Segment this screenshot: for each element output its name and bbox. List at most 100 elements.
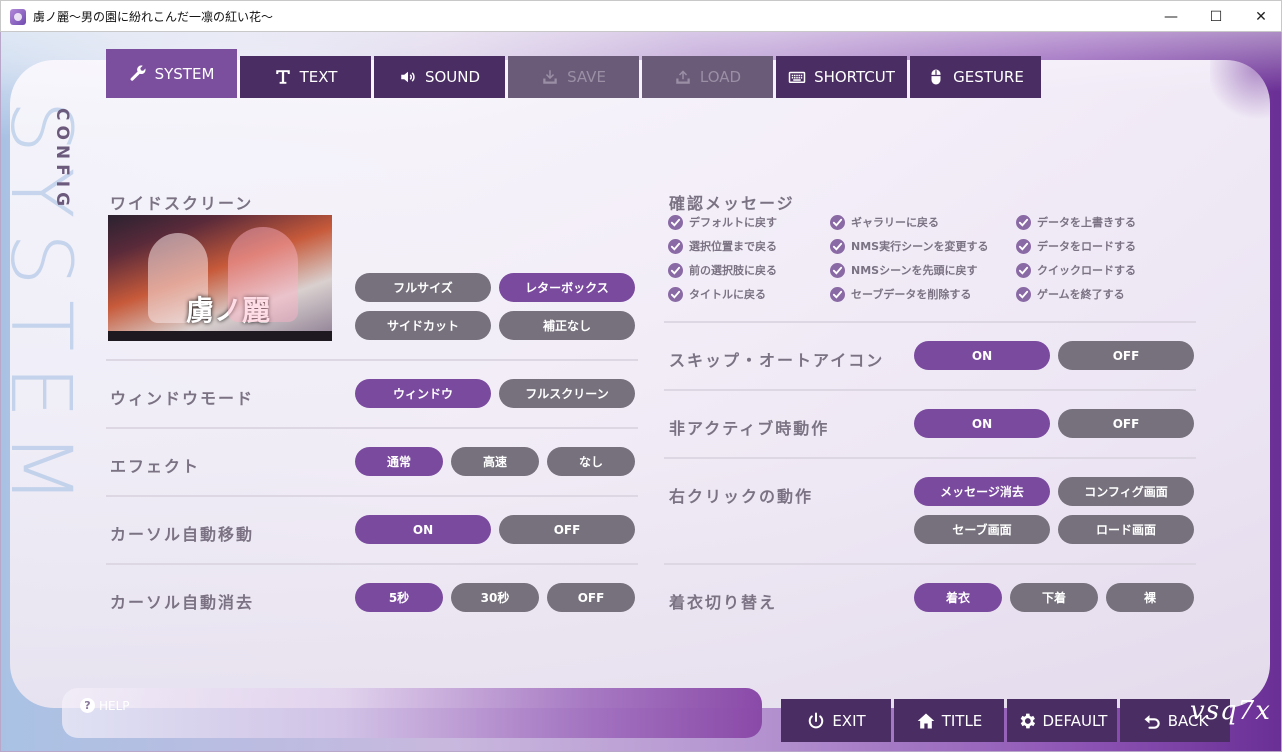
confirm-item-label: ゲームを終了する bbox=[1037, 288, 1125, 301]
widescreen-letterbox-button[interactable]: レターボックス bbox=[499, 273, 635, 302]
gear-icon bbox=[1020, 713, 1035, 728]
confirm-checkbox-item[interactable]: ゲームを終了する bbox=[1016, 286, 1125, 302]
confirm-checkbox-item[interactable]: 前の選択肢に戻る bbox=[668, 262, 777, 278]
skip-icon-label: スキップ・オートアイコン bbox=[669, 351, 885, 370]
checkmark-icon bbox=[830, 262, 845, 278]
tab-system[interactable]: SYSTEM bbox=[106, 49, 237, 98]
signature: vsq7x bbox=[1190, 696, 1271, 726]
confirm-item-label: NMSシーンを先頭に戻す bbox=[851, 264, 978, 277]
tab-label: SYSTEM bbox=[154, 64, 215, 83]
back-arrow-icon bbox=[1144, 714, 1160, 729]
skip-icon-on-button[interactable]: ON bbox=[914, 341, 1050, 370]
divider bbox=[106, 495, 638, 497]
default-label: DEFAULT bbox=[1042, 711, 1108, 730]
confirm-checkbox-item[interactable]: 選択位置まで戻る bbox=[668, 238, 777, 254]
checkmark-icon bbox=[1016, 262, 1031, 278]
widescreen-nocorrection-button[interactable]: 補正なし bbox=[499, 311, 635, 340]
tab-label: GESTURE bbox=[953, 68, 1024, 86]
cursor-move-off-button[interactable]: OFF bbox=[499, 515, 635, 544]
right-click-load-button[interactable]: ロード画面 bbox=[1058, 515, 1194, 544]
window-title: 虜ノ麗～男の園に紛れこんだ一凛の紅い花～ bbox=[33, 10, 274, 24]
cursor-hide-5s-button[interactable]: 5秒 bbox=[355, 583, 443, 612]
confirm-checkbox-item[interactable]: NMS実行シーンを変更する bbox=[830, 238, 989, 254]
close-button[interactable]: ✕ bbox=[1238, 1, 1282, 32]
tab-label: SHORTCUT bbox=[814, 68, 895, 86]
checkmark-icon bbox=[668, 238, 683, 254]
confirm-item-label: データを上書きする bbox=[1037, 216, 1136, 229]
inactive-off-button[interactable]: OFF bbox=[1058, 409, 1194, 438]
checkmark-icon bbox=[830, 214, 845, 230]
outfit-naked-button[interactable]: 裸 bbox=[1106, 583, 1194, 612]
confirm-checkbox-item[interactable]: デフォルトに戻す bbox=[668, 214, 777, 230]
exit-label: EXIT bbox=[832, 711, 866, 730]
preview-menu-bar bbox=[108, 331, 332, 341]
confirm-item-label: ギャラリーに戻る bbox=[851, 216, 939, 229]
tab-gesture[interactable]: GESTURE bbox=[910, 56, 1041, 98]
widescreen-preview-image: 虜ノ麗 bbox=[108, 215, 332, 341]
minimize-button[interactable]: — bbox=[1148, 1, 1194, 32]
cursor-hide-label: カーソル自動消去 bbox=[110, 593, 255, 612]
help-label: HELP bbox=[99, 698, 130, 713]
confirm-checkbox-item[interactable]: セーブデータを削除する bbox=[830, 286, 971, 302]
effect-label: エフェクト bbox=[110, 457, 201, 476]
confirm-message-label: 確認メッセージ bbox=[669, 194, 795, 213]
checkmark-icon bbox=[830, 286, 845, 302]
checkmark-icon bbox=[1016, 238, 1031, 254]
confirm-item-label: NMS実行シーンを変更する bbox=[851, 240, 989, 253]
wrench-icon bbox=[130, 64, 146, 81]
effect-normal-button[interactable]: 通常 bbox=[355, 447, 443, 476]
text-t-icon bbox=[275, 70, 290, 84]
title-button[interactable]: TITLE bbox=[894, 699, 1004, 742]
widescreen-fullsize-button[interactable]: フルサイズ bbox=[355, 273, 491, 302]
cursor-move-on-button[interactable]: ON bbox=[355, 515, 491, 544]
tab-sound[interactable]: SOUND bbox=[374, 56, 505, 98]
help-icon: ? bbox=[80, 698, 95, 713]
preview-logo: 虜ノ麗 bbox=[186, 294, 271, 327]
outfit-underwear-button[interactable]: 下着 bbox=[1010, 583, 1098, 612]
effect-fast-button[interactable]: 高速 bbox=[451, 447, 539, 476]
side-system-watermark: SYSTEM bbox=[0, 100, 90, 519]
inactive-on-button[interactable]: ON bbox=[914, 409, 1050, 438]
maximize-button[interactable]: ☐ bbox=[1193, 1, 1239, 32]
confirm-checkbox-item[interactable]: タイトルに戻る bbox=[668, 286, 766, 302]
cursor-hide-off-button[interactable]: OFF bbox=[547, 583, 635, 612]
skip-icon-off-button[interactable]: OFF bbox=[1058, 341, 1194, 370]
checkmark-icon bbox=[830, 238, 845, 254]
tab-load[interactable]: LOAD bbox=[642, 56, 773, 98]
window-mode-window-button[interactable]: ウィンドウ bbox=[355, 379, 491, 408]
divider bbox=[664, 457, 1196, 459]
default-button[interactable]: DEFAULT bbox=[1007, 699, 1117, 742]
outfit-label: 着衣切り替え bbox=[669, 593, 778, 612]
tab-save[interactable]: SAVE bbox=[508, 56, 639, 98]
effect-none-button[interactable]: なし bbox=[547, 447, 635, 476]
divider bbox=[664, 389, 1196, 391]
divider bbox=[106, 563, 638, 565]
confirm-item-label: データをロードする bbox=[1037, 240, 1136, 253]
cursor-hide-30s-button[interactable]: 30秒 bbox=[451, 583, 539, 612]
title-label: TITLE bbox=[941, 711, 983, 730]
help-bar bbox=[62, 688, 762, 738]
confirm-checkbox-item[interactable]: クイックロードする bbox=[1016, 262, 1136, 278]
outfit-clothed-button[interactable]: 着衣 bbox=[914, 583, 1002, 612]
right-click-config-button[interactable]: コンフィグ画面 bbox=[1058, 477, 1194, 506]
confirm-checkbox-item[interactable]: NMSシーンを先頭に戻す bbox=[830, 262, 978, 278]
tab-label: SAVE bbox=[567, 68, 606, 86]
confirm-checkbox-item[interactable]: ギャラリーに戻る bbox=[830, 214, 939, 230]
tab-text[interactable]: TEXT bbox=[240, 56, 371, 98]
window-mode-fullscreen-button[interactable]: フルスクリーン bbox=[499, 379, 635, 408]
checkmark-icon bbox=[668, 262, 683, 278]
confirm-checkbox-item[interactable]: データをロードする bbox=[1016, 238, 1136, 254]
help-button[interactable]: ? HELP bbox=[80, 698, 130, 713]
right-click-hide-message-button[interactable]: メッセージ消去 bbox=[914, 477, 1050, 506]
tab-shortcut[interactable]: SHORTCUT bbox=[776, 56, 907, 98]
exit-button[interactable]: EXIT bbox=[781, 699, 891, 742]
widescreen-sidecut-button[interactable]: サイドカット bbox=[355, 311, 491, 340]
widescreen-label: ワイドスクリーン bbox=[110, 194, 254, 213]
house-icon bbox=[917, 713, 935, 728]
right-click-label: 右クリックの動作 bbox=[669, 487, 814, 506]
divider bbox=[106, 427, 638, 429]
confirm-item-label: セーブデータを削除する bbox=[851, 288, 972, 301]
confirm-item-label: タイトルに戻る bbox=[689, 288, 766, 301]
confirm-checkbox-item[interactable]: データを上書きする bbox=[1016, 214, 1136, 230]
right-click-save-button[interactable]: セーブ画面 bbox=[914, 515, 1050, 544]
